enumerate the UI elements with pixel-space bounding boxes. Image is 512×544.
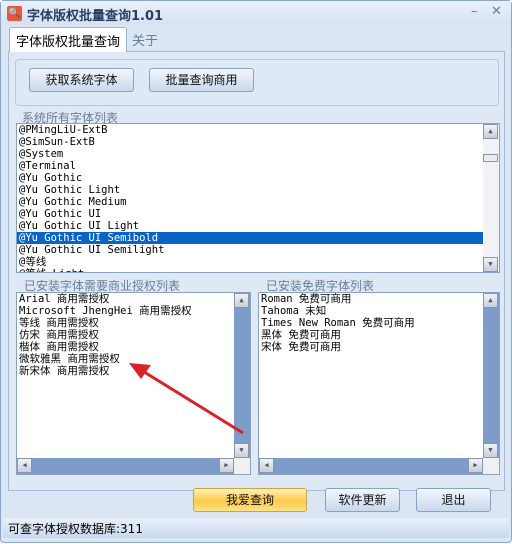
list-item[interactable]: Arial 商用需授权 bbox=[17, 293, 250, 305]
app-window: 🔍 字体版权批量查询1.01 – ✕ 字体版权批量查询 关于 获取系统字体 批量… bbox=[0, 0, 512, 543]
scroll-right-icon[interactable]: ▶ bbox=[219, 458, 234, 473]
search-icon: 🔍 bbox=[7, 6, 22, 21]
tab-panel: 获取系统字体 批量查询商用 系统所有字体列表 @PMingLiU-ExtB @Si… bbox=[8, 51, 505, 512]
scroll-down-icon[interactable]: ▼ bbox=[483, 443, 498, 458]
list-item[interactable]: 楷体 商用需授权 bbox=[17, 341, 250, 353]
scroll-down-icon[interactable]: ▼ bbox=[234, 443, 249, 458]
scroll-up-icon[interactable]: ▲ bbox=[483, 124, 498, 139]
tab-batch-query[interactable]: 字体版权批量查询 bbox=[9, 27, 128, 52]
exit-button[interactable]: 退出 bbox=[416, 488, 491, 512]
commercial-hscroll[interactable]: ◀ ▶ bbox=[17, 458, 234, 474]
list-item[interactable]: @等线 bbox=[17, 256, 499, 268]
toolbar-group: 获取系统字体 批量查询商用 bbox=[15, 59, 499, 106]
tab-about[interactable]: 关于 bbox=[126, 27, 164, 52]
scroll-corner bbox=[483, 458, 499, 474]
window-title: 字体版权批量查询1.01 bbox=[27, 9, 164, 24]
list-item[interactable]: 仿宋 商用需授权 bbox=[17, 329, 250, 341]
scroll-right-icon[interactable]: ▶ bbox=[468, 458, 483, 473]
scroll-thumb[interactable] bbox=[483, 154, 498, 162]
get-system-fonts-button[interactable]: 获取系统字体 bbox=[29, 68, 134, 92]
list-item[interactable]: @等线 Light bbox=[17, 268, 499, 272]
list-item[interactable]: @System bbox=[17, 148, 499, 160]
query-button[interactable]: 我爱查询 bbox=[193, 488, 307, 512]
list-item[interactable]: @Yu Gothic bbox=[17, 172, 499, 184]
list-item[interactable]: @Yu Gothic UI Light bbox=[17, 220, 499, 232]
system-fonts-list[interactable]: @PMingLiU-ExtB @SimSun-ExtB @System @Termin… bbox=[16, 123, 500, 273]
status-bar: 可查字体授权数据库:311 bbox=[3, 518, 509, 538]
batch-query-button[interactable]: 批量查询商用 bbox=[149, 68, 254, 92]
commercial-vscroll[interactable]: ▲ ▼ bbox=[234, 293, 250, 458]
list-item[interactable]: @Yu Gothic UI bbox=[17, 208, 499, 220]
system-fonts-scrollbar[interactable]: ▲ ▼ bbox=[483, 124, 499, 272]
list-item[interactable]: @Yu Gothic UI Semilight bbox=[17, 244, 499, 256]
scroll-left-icon[interactable]: ◀ bbox=[259, 458, 274, 473]
scroll-up-icon[interactable]: ▲ bbox=[483, 293, 498, 308]
list-item[interactable]: Times New Roman 免费可商用 bbox=[259, 317, 499, 329]
list-item[interactable]: @Yu Gothic Medium bbox=[17, 196, 499, 208]
list-item[interactable]: 等线 商用需授权 bbox=[17, 317, 250, 329]
commercial-list[interactable]: Arial 商用需授权 Microsoft JhengHei 商用需授权 等线 商用… bbox=[16, 292, 251, 475]
minimize-button[interactable]: – bbox=[471, 4, 478, 19]
list-item[interactable]: @Yu Gothic UI Semibold bbox=[17, 232, 499, 244]
close-button[interactable]: ✕ bbox=[491, 4, 502, 19]
list-item[interactable]: 新宋体 商用需授权 bbox=[17, 365, 250, 377]
scroll-left-icon[interactable]: ◀ bbox=[17, 458, 32, 473]
list-item[interactable]: @SimSun-ExtB bbox=[17, 136, 499, 148]
list-item[interactable]: @Terminal bbox=[17, 160, 499, 172]
free-group: 已安装免费字体列表 Roman 免费可商用 Tahoma 未知 Times New … bbox=[253, 277, 503, 477]
list-item[interactable]: Tahoma 未知 bbox=[259, 305, 499, 317]
list-item[interactable]: 黑体 免费可商用 bbox=[259, 329, 499, 341]
scroll-corner bbox=[234, 458, 250, 474]
scroll-up-icon[interactable]: ▲ bbox=[234, 293, 249, 308]
free-list[interactable]: Roman 免费可商用 Tahoma 未知 Times New Roman 免费可商… bbox=[258, 292, 500, 475]
free-hscroll[interactable]: ◀ ▶ bbox=[259, 458, 483, 474]
system-fonts-group: 系统所有字体列表 @PMingLiU-ExtB @SimSun-ExtB @Syst… bbox=[11, 109, 503, 274]
list-item[interactable]: 微软雅黑 商用需授权 bbox=[17, 353, 250, 365]
title-bar: 🔍 字体版权批量查询1.01 – ✕ bbox=[1, 1, 511, 25]
list-item[interactable]: @Yu Gothic Light bbox=[17, 184, 499, 196]
update-button[interactable]: 软件更新 bbox=[325, 488, 400, 512]
list-item[interactable]: Roman 免费可商用 bbox=[259, 293, 499, 305]
commercial-group: 已安装字体需要商业授权列表 Arial 商用需授权 Microsoft Jheng… bbox=[11, 277, 253, 477]
list-item[interactable]: Microsoft JhengHei 商用需授权 bbox=[17, 305, 250, 317]
free-vscroll[interactable]: ▲ ▼ bbox=[483, 293, 499, 458]
list-item[interactable]: @PMingLiU-ExtB bbox=[17, 124, 499, 136]
list-item[interactable]: 宋体 免费可商用 bbox=[259, 341, 499, 353]
scroll-down-icon[interactable]: ▼ bbox=[483, 257, 498, 272]
